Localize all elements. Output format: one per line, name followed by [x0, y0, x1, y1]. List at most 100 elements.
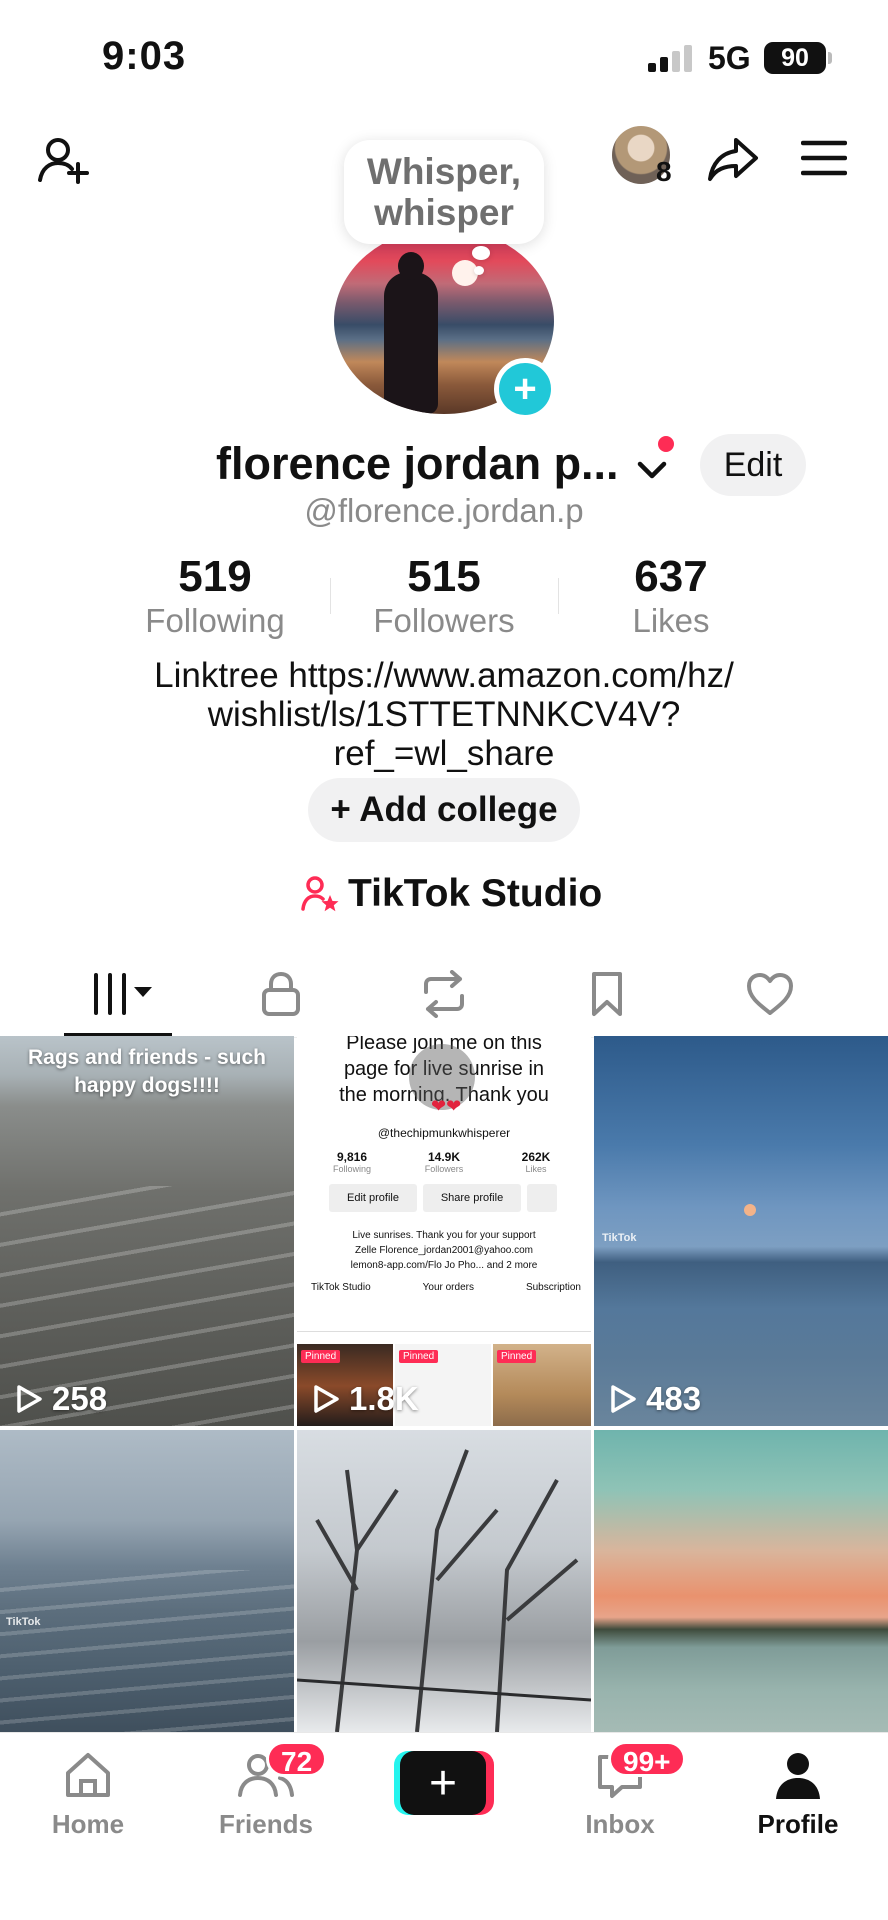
battery-nub	[828, 52, 832, 64]
add-story-button[interactable]: +	[494, 358, 556, 420]
mini-handle: @thechipmunkwhisperer	[377, 1126, 511, 1140]
video-tile[interactable]: Rags and friends - such happy dogs!!!! 2…	[0, 1036, 294, 1426]
battery-icon: 90	[764, 42, 826, 74]
bio-line: ref_=wl_share	[333, 734, 555, 773]
video-grid: Rags and friends - such happy dogs!!!! 2…	[0, 1036, 888, 1732]
mini-bio: Live sunrises. Thank you for your suppor…	[350, 1230, 538, 1271]
grid-icon	[94, 973, 152, 1015]
likes-count: 637	[634, 552, 708, 601]
nav-profile[interactable]: Profile	[728, 1747, 868, 1840]
followers-count: 515	[407, 552, 481, 601]
heart-icon	[747, 973, 793, 1015]
view-count-value: 258	[52, 1380, 108, 1417]
add-user-icon	[38, 138, 89, 184]
add-friend-button[interactable]	[30, 128, 98, 192]
hamburger-icon	[801, 140, 847, 176]
bottom-nav: Home Friends 72 + Inbox 99+ Profile	[0, 1732, 888, 1920]
menu-button[interactable]	[798, 132, 850, 184]
profile-icon	[776, 1753, 820, 1799]
bubble-tail	[472, 246, 490, 260]
followers-stat[interactable]: 515 Followers	[344, 552, 544, 640]
view-count-value: 1.8K	[349, 1380, 419, 1417]
add-college-button[interactable]: + Add college	[308, 778, 580, 842]
video-thumbnail	[594, 1430, 888, 1732]
tiktok-watermark: TikTok	[6, 1616, 41, 1628]
plus-icon: +	[513, 366, 537, 411]
notification-dot	[658, 436, 674, 452]
view-count: 258	[14, 1380, 107, 1418]
nav-friends-label: Friends	[219, 1809, 313, 1839]
tab-private[interactable]	[231, 964, 331, 1024]
video-tile[interactable]: TikTok	[0, 1430, 294, 1732]
bio-line: Linktree https://www.amazon.com/hz/	[154, 656, 734, 695]
view-count-value: 483	[646, 1380, 702, 1417]
tiktok-watermark: TikTok	[602, 1232, 637, 1244]
mini-add-friend	[527, 1184, 557, 1212]
friends-badge: 72	[266, 1741, 328, 1777]
nav-profile-label: Profile	[757, 1809, 839, 1839]
nav-inbox-label: Inbox	[585, 1809, 655, 1839]
play-icon	[17, 1385, 42, 1413]
play-icon	[314, 1385, 339, 1413]
nav-home[interactable]: Home	[18, 1747, 158, 1840]
home-icon	[66, 1753, 110, 1797]
heart-emoji: ❤❤	[431, 1096, 462, 1116]
share-profile-button[interactable]	[700, 126, 766, 192]
video-tile[interactable]: Please join me on this page for live sun…	[297, 1036, 591, 1426]
play-icon	[611, 1385, 636, 1413]
following-stat[interactable]: 519 Following	[115, 552, 315, 640]
mini-edit-profile: Edit profile	[329, 1184, 417, 1212]
bio-line: wishlist/ls/1STTETNNKCV4V?	[207, 695, 681, 734]
mini-pinned-video: Pinned	[493, 1344, 591, 1426]
followers-label: Followers	[373, 602, 515, 639]
mini-links: TikTok Studio Your orders Subscription	[311, 1282, 581, 1293]
mini-share-profile: Share profile	[423, 1184, 521, 1212]
lock-icon	[262, 971, 300, 1016]
stat-divider	[330, 578, 331, 614]
video-tile[interactable]	[594, 1430, 888, 1732]
view-count: 1.8K	[311, 1380, 419, 1418]
edit-profile-button[interactable]: Edit	[700, 434, 806, 496]
share-icon	[708, 138, 758, 181]
friends-count: 8	[656, 156, 672, 187]
status-bar: 9:03 5G 90	[0, 0, 888, 110]
tab-liked[interactable]	[720, 964, 820, 1024]
likes-stat[interactable]: 637 Likes	[571, 552, 771, 640]
plus-icon: +	[400, 1751, 486, 1815]
snowy-trees	[297, 1449, 591, 1732]
video-tile[interactable]: TikTok 483	[594, 1036, 888, 1426]
whisper-bubble[interactable]: Whisper, whisper	[344, 140, 544, 244]
profile-bio[interactable]: Linktree https://www.amazon.com/hz/ wish…	[60, 656, 828, 773]
profile-stats: 519 Following 515 Followers 637 Likes	[0, 552, 888, 640]
chevron-down-icon[interactable]	[632, 450, 672, 490]
name-row: florence jordan p... Edit	[0, 430, 888, 500]
content-tabs	[0, 954, 888, 1038]
network-type: 5G	[708, 40, 751, 76]
wave-foam	[0, 1570, 294, 1732]
video-caption: Rags and friends - such happy dogs!!!!	[27, 1046, 267, 1097]
video-thumbnail	[594, 1036, 888, 1426]
likes-label: Likes	[632, 602, 710, 639]
moon	[744, 1204, 756, 1216]
inbox-badge: 99+	[608, 1741, 686, 1777]
tab-favorites[interactable]	[557, 964, 657, 1024]
bubble-tail-small	[474, 266, 484, 275]
stat-divider	[558, 578, 559, 614]
following-count: 519	[178, 552, 252, 601]
view-count: 483	[608, 1380, 701, 1418]
following-label: Following	[145, 602, 285, 639]
tab-videos[interactable]	[68, 964, 168, 1024]
nav-home-label: Home	[51, 1809, 125, 1839]
signal-icon	[648, 44, 694, 72]
studio-icon	[301, 876, 339, 912]
tiktok-studio-link[interactable]: TikTok Studio	[300, 868, 602, 920]
repost-icon	[424, 970, 464, 1018]
display-name[interactable]: florence jordan p...	[216, 438, 619, 490]
create-button[interactable]: +	[394, 1751, 494, 1815]
video-tile[interactable]	[297, 1430, 591, 1732]
studio-label: TikTok Studio	[348, 872, 603, 915]
username: @florence.jordan.p	[304, 492, 584, 529]
mini-profile-screenshot: Please join me on this page for live sun…	[297, 1036, 591, 1426]
mini-tabs	[297, 1306, 591, 1332]
tab-reposts[interactable]	[394, 964, 494, 1024]
